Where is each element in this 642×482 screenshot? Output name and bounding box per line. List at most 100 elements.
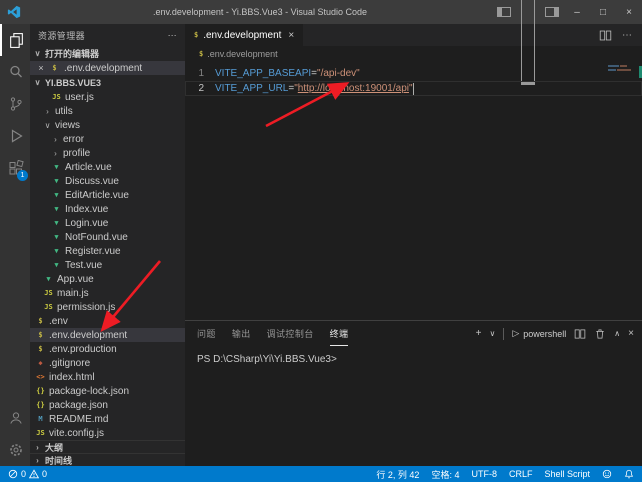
cursor-position[interactable]: 行 2, 列 42	[376, 468, 419, 481]
tree-item-NotFound.vue[interactable]: ▼NotFound.vue	[30, 230, 185, 244]
breadcrumb-file[interactable]: .env.development	[207, 49, 277, 59]
chevron-right-icon[interactable]: ›	[33, 456, 42, 465]
tree-item-Register.vue[interactable]: ▼Register.vue	[30, 244, 185, 258]
split-editor-icon[interactable]	[599, 29, 612, 42]
tree-item-label: Test.vue	[65, 260, 102, 271]
panel-tabs: 问题输出调试控制台终端	[197, 321, 476, 346]
open-editors-header[interactable]: ∨ 打开的编辑器	[30, 46, 185, 61]
minimize-button[interactable]: –	[564, 0, 590, 24]
token-link: http://localhost:19001/api	[298, 81, 409, 96]
tree-item-App.vue[interactable]: ▼App.vue	[30, 272, 185, 286]
terminal-dropdown-icon[interactable]: ∨	[489, 329, 495, 338]
tree-item-label: EditArticle.vue	[65, 190, 129, 201]
activitybar-explorer[interactable]	[0, 24, 30, 56]
more-actions-icon[interactable]: ⋯	[168, 30, 177, 41]
encoding[interactable]: UTF-8	[471, 469, 497, 479]
panel-tab-终端[interactable]: 终端	[330, 321, 349, 346]
tree-item-Article.vue[interactable]: ▼Article.vue	[30, 160, 185, 174]
line-number: 1	[185, 66, 215, 81]
chevron-down-icon[interactable]: ∨	[43, 121, 52, 130]
chevron-down-icon[interactable]: ∨	[33, 78, 42, 87]
chevron-right-icon[interactable]: ›	[33, 443, 42, 452]
tree-item-.env.production[interactable]: $.env.production	[30, 342, 185, 356]
run-debug-icon	[8, 128, 24, 144]
activitybar-search[interactable]	[0, 56, 30, 88]
tree-item-vite.config.js[interactable]: JSvite.config.js	[30, 426, 185, 440]
tree-item-error[interactable]: ›error	[30, 132, 185, 146]
chevron-right-icon[interactable]: ›	[51, 135, 60, 144]
activitybar-extensions[interactable]: 1	[0, 152, 30, 184]
tree-item-Discuss.vue[interactable]: ▼Discuss.vue	[30, 174, 185, 188]
tree-item-profile[interactable]: ›profile	[30, 146, 185, 160]
tree-item-utils[interactable]: ›utils	[30, 104, 185, 118]
code-line-1[interactable]: 1VITE_APP_BASEAPI="/api-dev"	[185, 66, 642, 81]
tree-item-views[interactable]: ∨views	[30, 118, 185, 132]
tree-item-package.json[interactable]: {}package.json	[30, 398, 185, 412]
close-button[interactable]: ×	[616, 0, 642, 24]
terminal[interactable]: PS D:\CSharp\Yi\Yi.BBS.Vue3>	[185, 346, 642, 466]
close-panel-icon[interactable]: ×	[628, 328, 634, 339]
tree-item-package-lock.json[interactable]: {}package-lock.json	[30, 384, 185, 398]
tree-item-.env[interactable]: $.env	[30, 314, 185, 328]
editor-more-actions-icon[interactable]: ⋯	[622, 30, 632, 41]
panel-tab-问题[interactable]: 问题	[197, 321, 216, 346]
editor-tab-bar: $ .env.development × ⋯	[185, 24, 642, 46]
open-editor-item[interactable]: × $ .env.development	[30, 61, 185, 75]
maximize-panel-icon[interactable]: ∧	[614, 329, 620, 338]
shell-label: powershell	[523, 329, 566, 339]
problems-status[interactable]: 0 0	[8, 469, 47, 479]
js-file-icon: JS	[43, 303, 54, 311]
chevron-right-icon[interactable]: ›	[51, 149, 60, 158]
panel-tab-调试控制台[interactable]: 调试控制台	[267, 321, 314, 346]
minimap[interactable]	[608, 65, 634, 73]
activitybar-settings[interactable]	[0, 434, 30, 466]
tree-item-Test.vue[interactable]: ▼Test.vue	[30, 258, 185, 272]
shell-picker[interactable]: ▷ powershell	[512, 328, 566, 339]
activitybar-run-debug[interactable]	[0, 120, 30, 152]
tree-item-label: package.json	[49, 400, 108, 411]
new-terminal-icon[interactable]: +	[476, 328, 482, 339]
tree-item-Index.vue[interactable]: ▼Index.vue	[30, 202, 185, 216]
timeline-section-header[interactable]: › 时间线	[30, 453, 185, 466]
breadcrumb[interactable]: $ .env.development	[185, 46, 642, 62]
tab-env-development[interactable]: $ .env.development ×	[185, 24, 303, 46]
feedback-smiley-icon[interactable]	[602, 469, 612, 479]
chevron-right-icon[interactable]: ›	[43, 107, 52, 116]
customize-layout-icon[interactable]	[545, 7, 559, 17]
tab-close-icon[interactable]: ×	[288, 30, 294, 41]
toggle-sidebar-icon[interactable]	[497, 7, 511, 17]
restore-button[interactable]: □	[590, 0, 616, 24]
close-editor-icon[interactable]: ×	[37, 63, 45, 73]
activitybar-account[interactable]	[0, 402, 30, 434]
tree-item-user.js[interactable]: JSuser.js	[30, 90, 185, 104]
outline-section-header[interactable]: › 大纲	[30, 440, 185, 453]
tree-item-.gitignore[interactable]: ◆.gitignore	[30, 356, 185, 370]
tree-item-README.md[interactable]: MREADME.md	[30, 412, 185, 426]
indentation[interactable]: 空格: 4	[431, 468, 459, 481]
code-line-2[interactable]: 2VITE_APP_URL="http://localhost:19001/ap…	[185, 81, 642, 96]
notifications-bell-icon[interactable]	[624, 469, 634, 479]
eol-sequence[interactable]: CRLF	[509, 469, 533, 479]
code-editor[interactable]: 1VITE_APP_BASEAPI="/api-dev"2VITE_APP_UR…	[185, 62, 642, 320]
tree-item-main.js[interactable]: JSmain.js	[30, 286, 185, 300]
activitybar-source-control[interactable]	[0, 88, 30, 120]
tree-item-label: package-lock.json	[49, 386, 129, 397]
open-editor-label: .env.development	[64, 63, 142, 74]
split-terminal-icon[interactable]	[574, 328, 586, 340]
tree-item-index.html[interactable]: <>index.html	[30, 370, 185, 384]
tree-item-label: .gitignore	[49, 358, 90, 369]
code-lines: 1VITE_APP_BASEAPI="/api-dev"2VITE_APP_UR…	[185, 66, 642, 96]
chevron-down-icon[interactable]: ∨	[33, 49, 42, 58]
tree-item-Login.vue[interactable]: ▼Login.vue	[30, 216, 185, 230]
project-section-header[interactable]: ∨ YI.BBS.VUE3	[30, 75, 185, 90]
language-mode[interactable]: Shell Script	[544, 469, 590, 479]
env-file-icon: $	[35, 317, 46, 325]
env-file-icon: $	[35, 331, 46, 339]
trash-icon[interactable]	[594, 328, 606, 340]
bottom-panel: 问题输出调试控制台终端 + ∨ ▷ powershell	[185, 320, 642, 466]
tree-item-label: index.html	[49, 372, 95, 383]
tree-item-EditArticle.vue[interactable]: ▼EditArticle.vue	[30, 188, 185, 202]
tree-item-.env.development[interactable]: $.env.development	[30, 328, 185, 342]
panel-tab-输出[interactable]: 输出	[232, 321, 251, 346]
tree-item-permission.js[interactable]: JSpermission.js	[30, 300, 185, 314]
